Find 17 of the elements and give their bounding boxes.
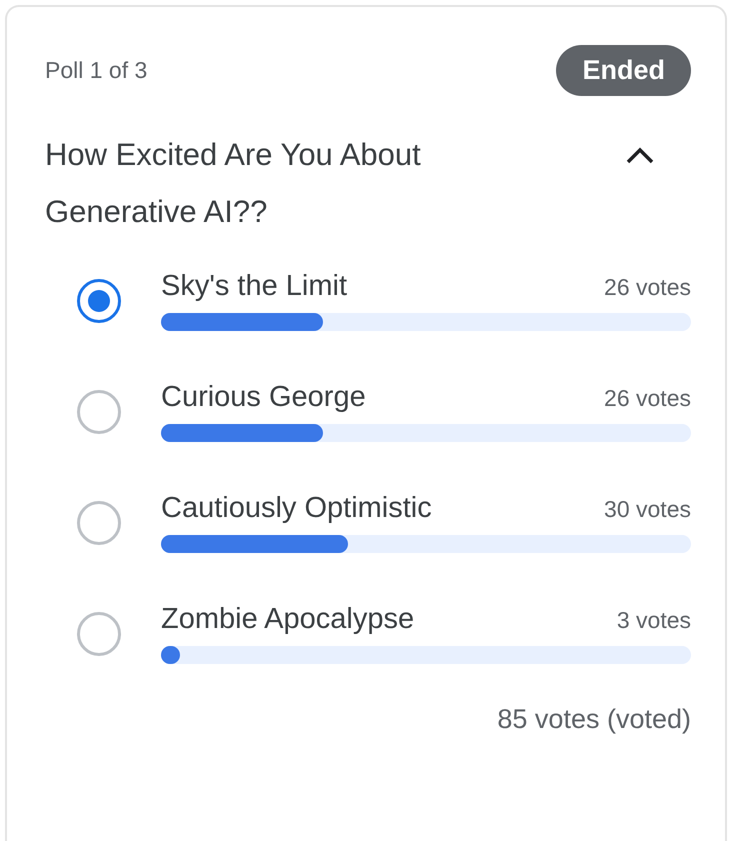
- poll-question: How Excited Are You About Generative AI??: [45, 136, 422, 231]
- radio-button[interactable]: [77, 500, 121, 544]
- option-label: Curious George: [161, 381, 366, 414]
- total-votes: 85 votes (voted): [497, 704, 691, 735]
- vote-count: 26 votes: [604, 274, 691, 301]
- vote-count: 30 votes: [604, 496, 691, 523]
- option-label: Cautiously Optimistic: [161, 492, 432, 525]
- radio-button[interactable]: [77, 278, 121, 322]
- vote-count: 3 votes: [616, 607, 691, 634]
- radio-button[interactable]: [77, 390, 121, 434]
- radio-button[interactable]: [77, 612, 121, 656]
- chevron-icon: [625, 146, 655, 164]
- option-label: Zombie Apocalypse: [161, 603, 414, 636]
- vote-count: 26 votes: [604, 385, 691, 412]
- poll-counter: Poll 1 of 3: [45, 57, 148, 84]
- option-label: Sky's the Limit: [161, 270, 348, 303]
- status-badge: Ended: [556, 45, 691, 96]
